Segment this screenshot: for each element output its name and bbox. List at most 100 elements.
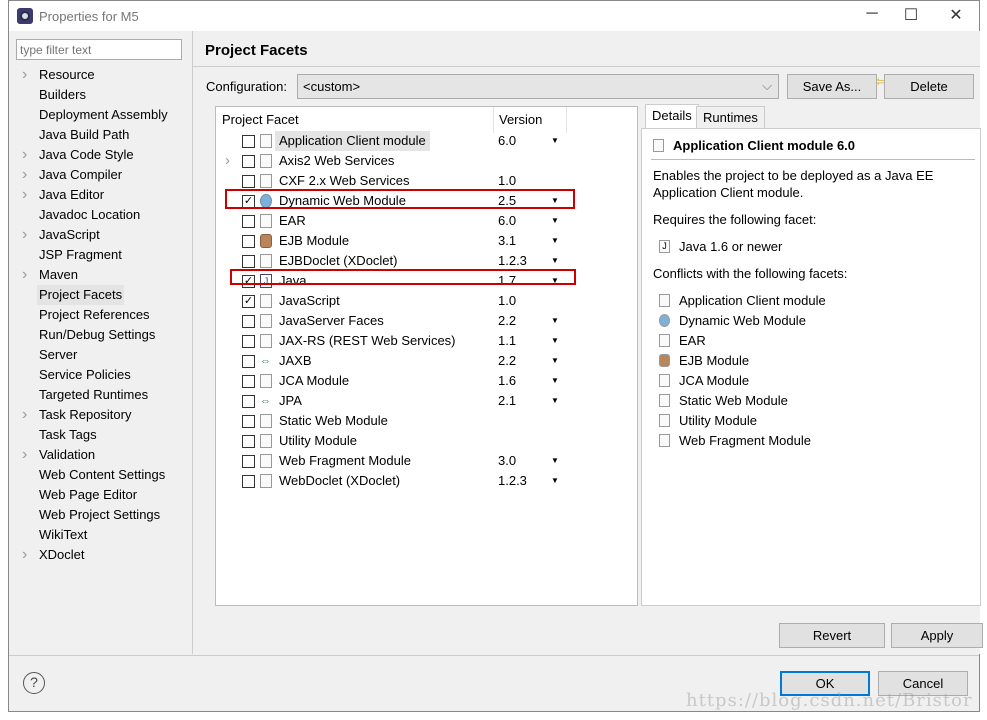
version-dropdown-icon[interactable]: ▼: [551, 371, 559, 391]
sidebar-item[interactable]: Targeted Runtimes: [39, 385, 148, 405]
sidebar-item[interactable]: Java Compiler: [39, 165, 122, 185]
expand-chevron-icon[interactable]: ›: [225, 151, 230, 171]
expand-chevron-icon[interactable]: ›: [22, 65, 27, 85]
sidebar-item[interactable]: Builders: [39, 85, 86, 105]
close-button[interactable]: ✕: [941, 5, 971, 27]
sidebar-item[interactable]: Run/Debug Settings: [39, 325, 155, 345]
sidebar-item[interactable]: Web Project Settings: [39, 505, 160, 525]
expand-chevron-icon[interactable]: ›: [22, 165, 27, 185]
sidebar-item[interactable]: Service Policies: [39, 365, 131, 385]
facet-checkbox[interactable]: [242, 395, 255, 408]
maximize-button[interactable]: ☐: [896, 5, 926, 27]
facet-checkbox[interactable]: [242, 175, 255, 188]
apply-button[interactable]: Apply: [891, 623, 983, 648]
table-row[interactable]: ⇔ JAXB 2.2 ▼: [216, 351, 637, 371]
facet-version: 2.1: [498, 393, 517, 408]
tab-details[interactable]: Details: [645, 104, 699, 128]
version-dropdown-icon[interactable]: ▼: [551, 211, 559, 231]
version-dropdown-icon[interactable]: ▼: [551, 471, 559, 491]
sidebar-item[interactable]: Validation: [39, 445, 95, 465]
facet-checkbox[interactable]: [242, 315, 255, 328]
version-dropdown-icon[interactable]: ▼: [551, 251, 559, 271]
version-dropdown-icon[interactable]: ▼: [551, 331, 559, 351]
facet-checkbox[interactable]: ✓: [242, 295, 255, 308]
facet-version: 3.1: [498, 233, 517, 248]
table-row[interactable]: EJB Module 3.1 ▼: [216, 231, 637, 251]
sidebar-item[interactable]: Web Page Editor: [39, 485, 137, 505]
facet-list-item: Web Fragment Module: [679, 433, 811, 448]
table-row[interactable]: EAR 6.0 ▼: [216, 211, 637, 231]
sidebar-item[interactable]: Javadoc Location: [39, 205, 140, 225]
table-row[interactable]: EJBDoclet (XDoclet) 1.2.3 ▼: [216, 251, 637, 271]
facet-checkbox[interactable]: [242, 215, 255, 228]
sidebar-item[interactable]: JSP Fragment: [39, 245, 122, 265]
footer-divider: [9, 655, 979, 656]
sidebar-item[interactable]: Web Content Settings: [39, 465, 165, 485]
facet-checkbox[interactable]: [242, 235, 255, 248]
version-dropdown-icon[interactable]: ▼: [551, 391, 559, 411]
version-dropdown-icon[interactable]: ▼: [551, 351, 559, 371]
facet-checkbox[interactable]: [242, 355, 255, 368]
version-dropdown-icon[interactable]: ▼: [551, 311, 559, 331]
table-row[interactable]: JAX-RS (REST Web Services) 1.1 ▼: [216, 331, 637, 351]
facet-checkbox[interactable]: [242, 135, 255, 148]
version-dropdown-icon[interactable]: ▼: [551, 231, 559, 251]
facet-name: Static Web Module: [279, 413, 388, 428]
sidebar-item[interactable]: Project Facets: [37, 285, 125, 305]
table-row[interactable]: ⇔ JPA 2.1 ▼: [216, 391, 637, 411]
help-button[interactable]: ?: [23, 672, 45, 694]
sidebar-item[interactable]: Project References: [39, 305, 150, 325]
facet-checkbox[interactable]: [242, 415, 255, 428]
delete-button[interactable]: Delete: [884, 74, 974, 99]
column-header-version[interactable]: Version: [499, 112, 542, 127]
table-row[interactable]: ✓ JavaScript 1.0: [216, 291, 637, 311]
table-row[interactable]: Utility Module: [216, 431, 637, 451]
tab-runtimes[interactable]: Runtimes: [696, 106, 765, 128]
table-row[interactable]: CXF 2.x Web Services 1.0: [216, 171, 637, 191]
sidebar-item[interactable]: WikiText: [39, 525, 87, 545]
facet-checkbox[interactable]: [242, 155, 255, 168]
facet-checkbox[interactable]: [242, 455, 255, 468]
expand-chevron-icon[interactable]: ›: [22, 145, 27, 165]
expand-chevron-icon[interactable]: ›: [22, 405, 27, 425]
expand-chevron-icon[interactable]: ›: [22, 545, 27, 565]
sidebar-item[interactable]: Task Tags: [39, 425, 97, 445]
table-row[interactable]: Static Web Module: [216, 411, 637, 431]
facet-checkbox[interactable]: [242, 475, 255, 488]
facet-name: JPA: [279, 393, 302, 408]
table-row[interactable]: › Axis2 Web Services: [216, 151, 637, 171]
sidebar-item[interactable]: Java Editor: [39, 185, 104, 205]
sidebar-item[interactable]: Java Build Path: [39, 125, 129, 145]
facet-checkbox[interactable]: [242, 335, 255, 348]
sidebar-item[interactable]: JavaScript: [39, 225, 100, 245]
expand-chevron-icon[interactable]: ›: [22, 265, 27, 285]
configuration-select[interactable]: <custom> ⌵: [297, 74, 779, 99]
sidebar-item[interactable]: Server: [39, 345, 77, 365]
sidebar-item[interactable]: Deployment Assembly: [39, 105, 168, 125]
expand-chevron-icon[interactable]: ›: [22, 185, 27, 205]
table-row[interactable]: JavaServer Faces 2.2 ▼: [216, 311, 637, 331]
expand-chevron-icon[interactable]: ›: [22, 225, 27, 245]
column-header-facet[interactable]: Project Facet: [222, 112, 299, 127]
version-dropdown-icon[interactable]: ▼: [551, 131, 559, 151]
sidebar-item[interactable]: Java Code Style: [39, 145, 134, 165]
sidebar-item[interactable]: XDoclet: [39, 545, 85, 565]
facet-checkbox[interactable]: [242, 255, 255, 268]
minimize-button[interactable]: ─: [857, 5, 887, 27]
save-as-button[interactable]: Save As...: [787, 74, 877, 99]
facet-version: 2.2: [498, 313, 517, 328]
sidebar-item[interactable]: Task Repository: [39, 405, 131, 425]
table-row[interactable]: Application Client module 6.0 ▼: [216, 131, 637, 151]
expand-chevron-icon[interactable]: ›: [22, 445, 27, 465]
table-row[interactable]: JCA Module 1.6 ▼: [216, 371, 637, 391]
facet-checkbox[interactable]: [242, 375, 255, 388]
sidebar-item[interactable]: Resource: [39, 65, 95, 85]
table-row[interactable]: WebDoclet (XDoclet) 1.2.3 ▼: [216, 471, 637, 491]
filter-input[interactable]: [16, 39, 182, 60]
table-row[interactable]: Web Fragment Module 3.0 ▼: [216, 451, 637, 471]
version-dropdown-icon[interactable]: ▼: [551, 451, 559, 471]
revert-button[interactable]: Revert: [779, 623, 885, 648]
facet-checkbox[interactable]: [242, 435, 255, 448]
sidebar-item[interactable]: Maven: [39, 265, 78, 285]
doc-icon: [659, 334, 670, 347]
